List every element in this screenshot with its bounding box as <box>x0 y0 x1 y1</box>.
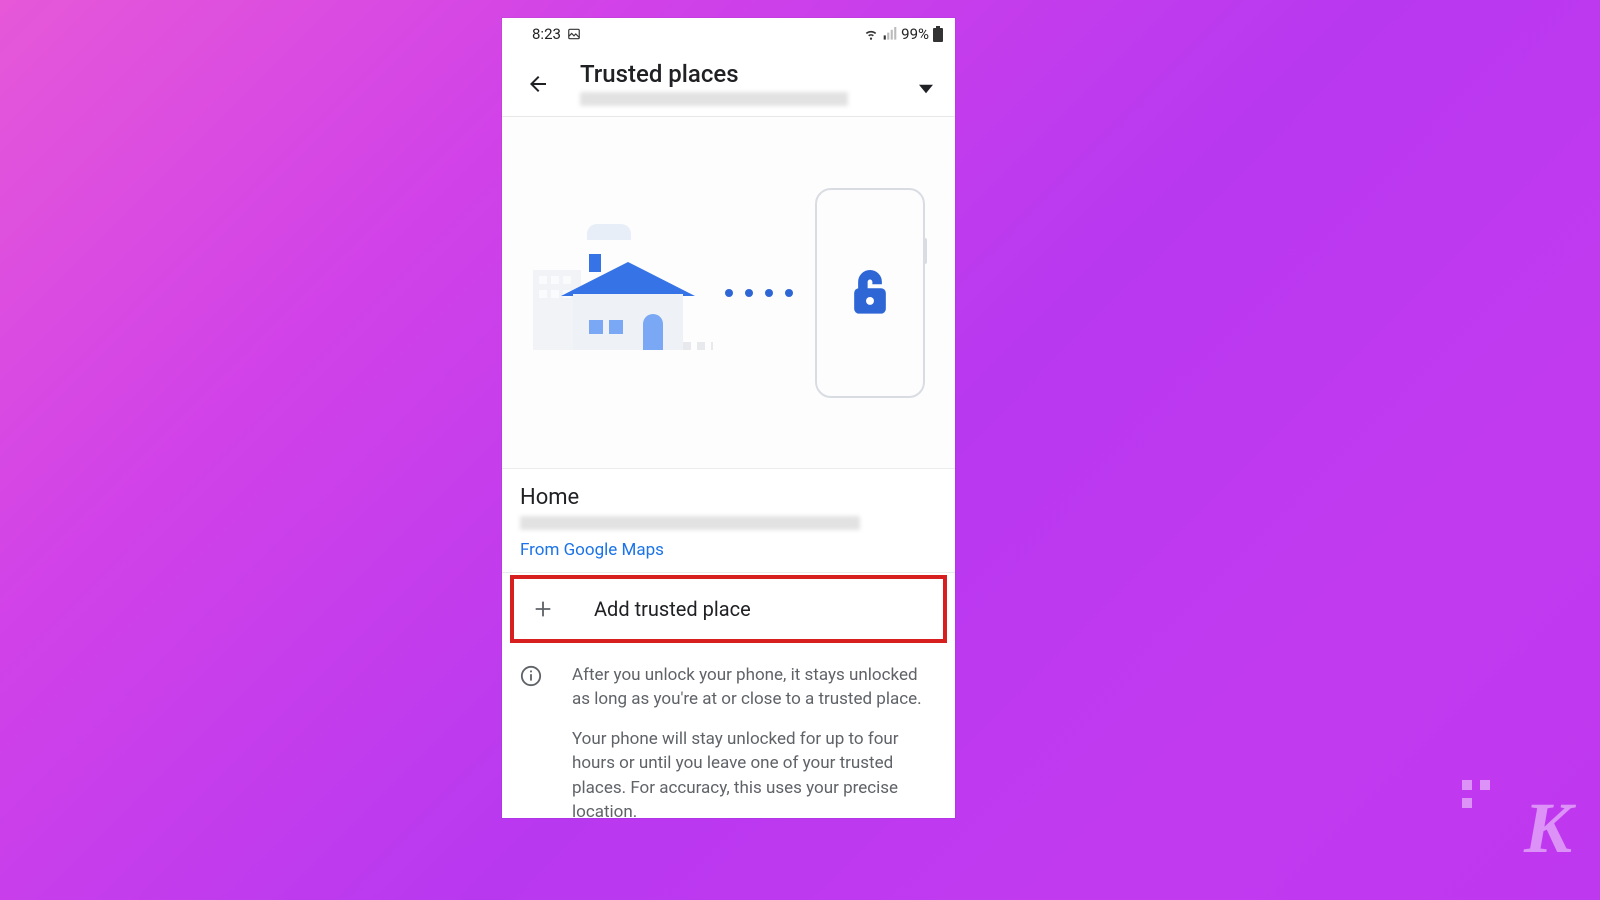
phone-unlock-icon <box>815 188 925 398</box>
house-icon <box>533 218 703 368</box>
app-bar: Trusted places <box>502 50 955 117</box>
add-trusted-place-label: Add trusted place <box>594 597 751 621</box>
info-icon <box>520 665 542 818</box>
watermark-dots <box>1462 780 1490 808</box>
page-title: Trusted places <box>580 60 911 88</box>
wifi-icon <box>863 27 879 41</box>
account-subtitle-redacted <box>580 92 848 106</box>
plus-icon <box>532 598 554 620</box>
arrow-back-icon <box>526 72 550 96</box>
phone-screenshot: 8:23 99% Trusted places <box>502 18 955 818</box>
info-section: After you unlock your phone, it stays un… <box>502 645 955 818</box>
connection-dots-icon <box>725 289 793 297</box>
info-paragraph-1: After you unlock your phone, it stays un… <box>572 663 933 711</box>
status-bar: 8:23 99% <box>502 18 955 50</box>
place-address-redacted <box>520 516 860 530</box>
picture-icon <box>567 27 581 41</box>
unlock-icon <box>851 269 889 317</box>
chevron-down-icon <box>919 82 933 96</box>
watermark-logo: K <box>1524 787 1570 870</box>
signal-icon <box>883 27 897 41</box>
add-trusted-place-button[interactable]: Add trusted place <box>510 575 947 643</box>
battery-text: 99% <box>901 25 929 43</box>
account-dropdown[interactable] <box>911 74 941 104</box>
place-title: Home <box>520 485 937 510</box>
status-time: 8:23 <box>532 25 561 43</box>
hero-illustration <box>502 117 955 469</box>
info-paragraph-2: Your phone will stay unlocked for up to … <box>572 727 933 818</box>
place-source: From Google Maps <box>520 540 937 560</box>
battery-icon <box>933 26 943 42</box>
back-button[interactable] <box>520 66 556 102</box>
place-item-home[interactable]: Home From Google Maps <box>502 469 955 573</box>
